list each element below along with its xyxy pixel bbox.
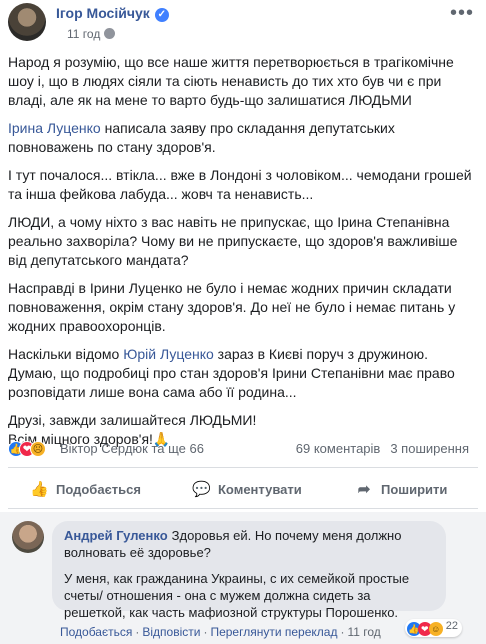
reactions-bar: 👍❤ ☹ Віктор Сердюк та ще 66 69 коментарів…: [8, 439, 478, 459]
comment-button-label: Коментувати: [218, 482, 302, 497]
share-button-label: Поширити: [381, 482, 448, 497]
haha-reaction-icon: ☺: [428, 622, 443, 636]
author-avatar[interactable]: [8, 3, 46, 41]
mention-link[interactable]: Юрій Луценко: [123, 346, 214, 362]
commenter-name[interactable]: Андрей Гуленко: [64, 528, 168, 543]
post-paragraph: Насправді в Ірини Луценко не було і нема…: [8, 279, 478, 336]
sad-reaction-icon: ☹: [30, 441, 46, 457]
post-paragraph: І тут почалося... втікла... вже в Лондон…: [8, 166, 478, 204]
post-meta: 11 год: [67, 27, 116, 41]
reaction-icons[interactable]: 👍❤ ☹: [8, 440, 46, 458]
comment-reactions[interactable]: 👍 ❤ ☺ 22: [404, 619, 462, 637]
reaction-counts: 69 коментарів 3 поширення: [286, 441, 469, 456]
comment-reply-link[interactable]: Відповісти: [142, 625, 200, 639]
mention-link[interactable]: Ірина Луценко: [8, 120, 101, 136]
comments-count[interactable]: 69 коментарів: [296, 441, 381, 456]
share-button[interactable]: ➦ Поширити: [355, 474, 448, 506]
post-text-segment: І тут почалося... втікла... вже в Лондон…: [8, 167, 472, 202]
like-button-label: Подобається: [56, 482, 141, 497]
post-header: Ігор Мосійчук ✓ 11 год •••: [0, 0, 486, 46]
globe-icon: [104, 28, 116, 39]
post-text-segment: ЛЮДИ, а чому ніхто з вас навіть не припу…: [8, 214, 458, 268]
reaction-names[interactable]: Віктор Сердюк та ще 66: [60, 441, 204, 456]
post-paragraph: Ірина Луценко написала заяву про складан…: [8, 119, 478, 157]
translate-link[interactable]: Переглянути переклад: [210, 625, 337, 639]
author-name-row: Ігор Мосійчук ✓: [56, 5, 169, 22]
post-paragraph: ЛЮДИ, а чому ніхто з вас навіть не припу…: [8, 213, 478, 270]
post-paragraph: Наскільки відомо Юрій Луценко зараз в Ки…: [8, 345, 478, 402]
post-paragraph: Народ я розумію, що все наше життя перет…: [8, 53, 478, 110]
like-button[interactable]: 👍 Подобається: [30, 474, 141, 506]
comment-actions: Подобається · Відповісти · Переглянути перек…: [60, 625, 381, 639]
commenter-avatar[interactable]: [12, 521, 44, 553]
author-name[interactable]: Ігор Мосійчук: [56, 5, 150, 21]
post-text-segment: Народ я розумію, що все наше життя перет…: [8, 54, 454, 108]
verified-badge-icon: ✓: [154, 8, 169, 22]
comment-bubble: Андрей Гуленко Здоровья ей. Но почему мен…: [52, 521, 446, 620]
divider: [8, 467, 478, 468]
post-time[interactable]: 11 год: [67, 27, 100, 41]
post-text-segment: Наскільки відомо: [8, 346, 124, 362]
comment-time[interactable]: 11 год: [347, 625, 380, 639]
post-text-segment: Насправді в Ірини Луценко не було і нема…: [8, 280, 456, 334]
comment-button[interactable]: 💬 Коментувати: [192, 474, 302, 506]
comment-like-link[interactable]: Подобається: [60, 625, 132, 639]
post-text: Народ я розумію, що все наше життя перет…: [8, 53, 478, 458]
comment-reaction-count: 22: [445, 620, 458, 632]
divider: [8, 508, 478, 509]
more-options-icon[interactable]: •••: [450, 3, 474, 23]
comment-icon: 💬: [192, 481, 211, 498]
post-actions: 👍 Подобається 💬 Коментувати ➦ Поширити: [8, 474, 478, 506]
comment-text-continued: У меня, как гражданина Украины, с их сем…: [64, 571, 410, 620]
thumbs-up-icon: 👍: [30, 481, 49, 498]
share-icon: ➦: [357, 481, 371, 498]
shares-count[interactable]: 3 поширення: [390, 441, 469, 456]
